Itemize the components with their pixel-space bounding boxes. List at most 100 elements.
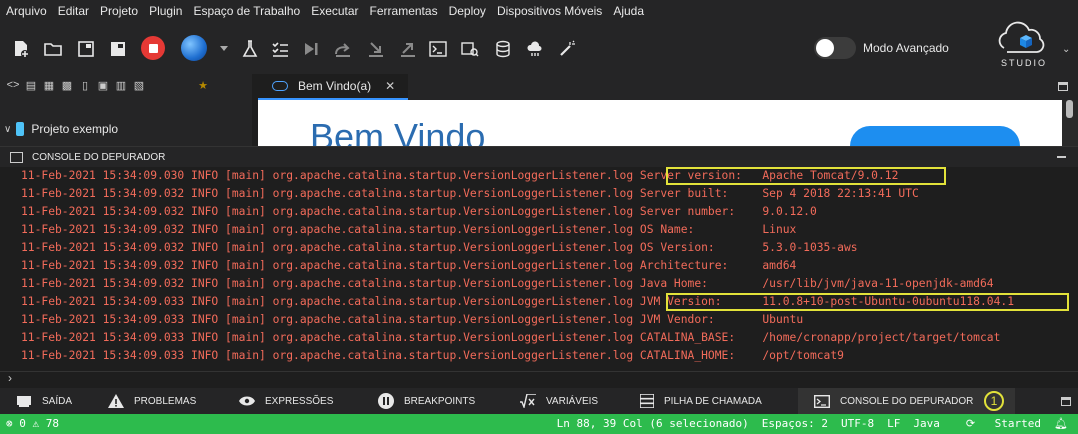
close-icon[interactable]: ✕ [385,79,395,93]
layers-icon[interactable]: ▧ [130,79,148,92]
editor-tab-bar: Bem Vindo(a) ✕ [258,74,1078,100]
log-prefix: 11-Feb-2021 15:34:09.033 INFO [main] org… [21,331,640,344]
tab-label: EXPRESSÕES [265,395,334,407]
log-message: Server built: Sep 4 2018 22:13:41 UTC [639,187,919,200]
magic-wand-icon[interactable] [557,39,577,59]
advanced-mode-label: Modo Avançado [863,41,949,55]
run-web-button[interactable] [181,35,207,61]
log-prefix: 11-Feb-2021 15:34:09.033 INFO [main] org… [21,313,640,326]
notifications-bell-icon[interactable]: 🔔︎ [1054,417,1068,430]
jvm-version-highlight [666,293,1069,311]
log-message: Architecture: amd64 [639,259,797,272]
tab-label: SAÍDA [42,395,73,407]
tab-console-do-depurador[interactable]: CONSOLE DO DEPURADOR [798,388,1015,414]
encoding[interactable]: UTF-8 [841,417,874,430]
welcome-action-button[interactable] [850,126,1020,146]
console-icon [10,151,23,163]
chevron-down-icon[interactable]: ∨ [4,124,11,135]
flow-icon[interactable]: ▩ [58,79,76,92]
console-search-icon[interactable] [460,39,480,59]
terminal-icon[interactable] [428,39,448,59]
log-prefix: 11-Feb-2021 15:34:09.032 INFO [main] org… [21,259,640,272]
tab-pilha-de-chamada[interactable]: PILHA DE CHAMADA [640,388,762,414]
menu-projeto[interactable]: Projeto [100,4,138,18]
cloud-deploy-icon[interactable] [525,39,545,59]
status-right: Ln 88, 39 Col (6 selecionado) Espaços: 2… [544,417,1068,430]
step-over-icon[interactable] [333,39,353,59]
tab-label: Bem Vindo(a) [298,79,372,93]
file-icon[interactable]: ▤ [22,79,40,92]
warning-icon: ⚠ [32,417,40,430]
log-message: CATALINA_HOME: /opt/tomcat9 [639,349,844,362]
tab-welcome[interactable]: Bem Vindo(a) ✕ [258,74,408,100]
save-all-icon[interactable] [108,39,128,59]
menu-ajuda[interactable]: Ajuda [613,4,644,18]
code-icon[interactable]: <> [4,79,22,91]
sync-icon: ⟳ [965,417,976,430]
tab-saida[interactable]: SAÍDA [16,388,72,414]
editor-area: <> ▤ ▦ ▩ ▯ ▣ ▥ ▧ ★ ∨ Projeto exemplo Bem… [0,74,1078,146]
menu-executar[interactable]: Executar [311,4,358,18]
log-line: 11-Feb-2021 15:34:09.032 INFO [main] org… [21,221,796,239]
database-small-icon[interactable]: ▣ [94,79,112,92]
tab-breakpoints[interactable]: BREAKPOINTS [378,388,475,414]
eye-icon [239,396,255,406]
indentation[interactable]: Espaços: 2 [762,417,828,430]
line-ending[interactable]: LF [887,417,900,430]
cursor-position[interactable]: Ln 88, 39 Col (6 selecionado) [557,417,749,430]
tab-label: PROBLEMAS [134,395,197,407]
toolbar: Modo Avançado STUDIO ⌄ [0,21,1078,74]
project-tree-root[interactable]: ∨ Projeto exemplo [4,122,118,136]
server-status[interactable]: ⟳ Started [953,417,1041,430]
console-input-row[interactable]: › [0,371,1078,387]
debug-console-output: 11-Feb-2021 15:34:09.030 INFO [main] org… [0,167,1078,371]
tab-variaveis[interactable]: VARIÁVEIS [520,388,598,414]
menu-dispositivos-moveis[interactable]: Dispositivos Móveis [497,4,602,18]
menu-espaco-de-trabalho[interactable]: Espaço de Trabalho [193,4,300,18]
tab-problemas[interactable]: PROBLEMAS [108,388,196,414]
chevron-down-icon[interactable]: ⌄ [1062,44,1070,55]
log-message: Java Home: /usr/lib/jvm/java-11-openjdk-… [639,277,994,290]
log-prefix: 11-Feb-2021 15:34:09.032 INFO [main] org… [21,241,640,254]
blocks-icon[interactable]: ▦ [40,79,58,92]
pause-circle-icon [378,393,394,409]
maximize-panel-icon[interactable] [1061,397,1071,406]
maximize-editor-icon[interactable] [1058,82,1068,91]
editor-scrollbar[interactable] [1062,100,1078,146]
log-message: JVM Vendor: Ubuntu [639,313,804,326]
star-icon[interactable]: ★ [194,79,212,92]
task-list-icon[interactable] [270,39,290,59]
menu-bar: Arquivo Editar Projeto Plugin Espaço de … [0,0,1078,22]
project-label: Projeto exemplo [31,122,119,136]
menu-editar[interactable]: Editar [58,4,89,18]
step-continue-icon[interactable] [301,39,321,59]
html5-icon[interactable]: ▥ [112,79,130,92]
step-out-icon[interactable] [398,39,418,59]
tab-expressoes[interactable]: EXPRESSÕES [239,388,333,414]
mobile-icon[interactable]: ▯ [76,79,94,92]
log-line: 11-Feb-2021 15:34:09.033 INFO [main] org… [21,311,803,329]
menu-arquivo[interactable]: Arquivo [6,4,47,18]
flask-icon[interactable] [240,39,260,59]
stop-button[interactable] [141,36,165,60]
advanced-mode-toggle[interactable] [814,37,856,59]
language-mode[interactable]: Java [913,417,940,430]
problems-summary[interactable]: ⊗ 0 ⚠ 78 [6,417,59,430]
database-icon[interactable] [493,39,513,59]
menu-plugin[interactable]: Plugin [149,4,182,18]
new-file-icon[interactable] [11,39,31,59]
menu-deploy[interactable]: Deploy [449,4,486,18]
step-marker-badge: 1 [984,391,1004,411]
log-line: 11-Feb-2021 15:34:09.032 INFO [main] org… [21,203,817,221]
project-panel [0,96,252,146]
welcome-title: Bem Vindo [310,116,486,146]
menu-ferramentas[interactable]: Ferramentas [370,4,438,18]
save-icon[interactable] [76,39,96,59]
minimize-icon[interactable] [1057,156,1066,158]
step-into-icon[interactable] [366,39,386,59]
scrollbar-thumb[interactable] [1066,100,1073,118]
run-options-dropdown-icon[interactable] [220,46,228,51]
log-prefix: 11-Feb-2021 15:34:09.032 INFO [main] org… [21,187,640,200]
open-folder-icon[interactable] [43,39,63,59]
sqrt-x-icon [520,394,536,408]
